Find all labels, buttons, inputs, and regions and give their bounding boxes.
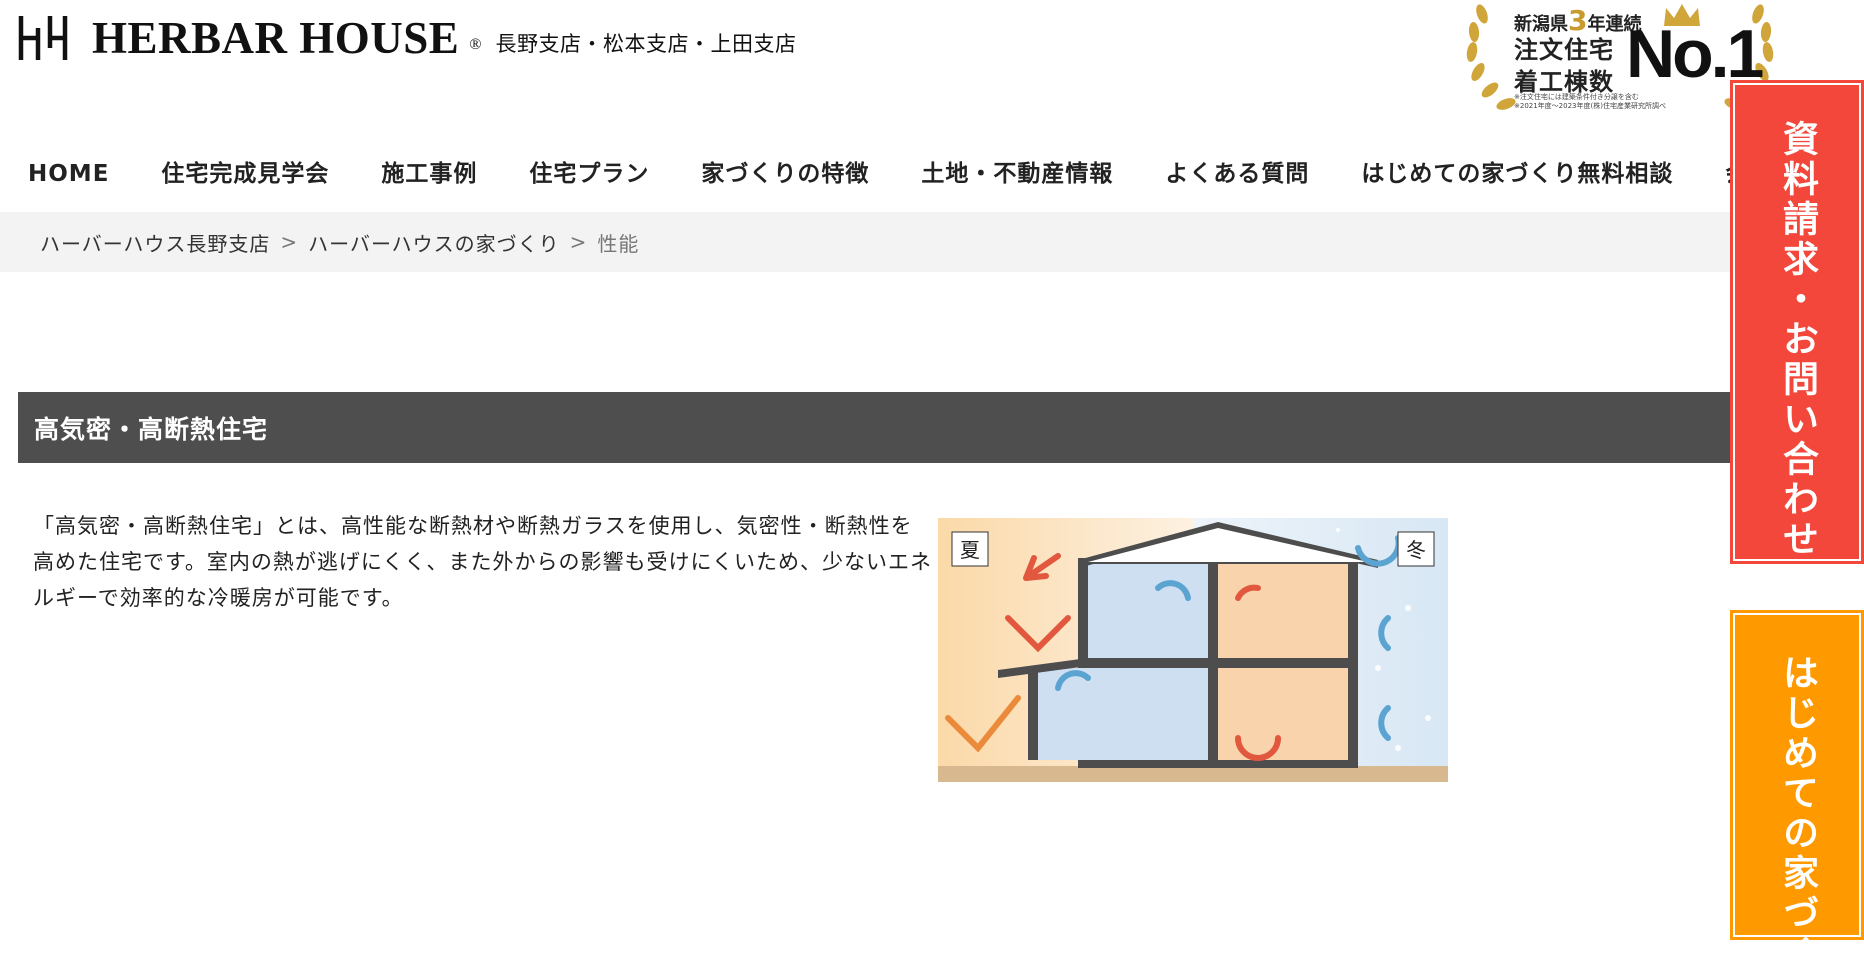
- nav-works[interactable]: 施工事例: [355, 154, 503, 194]
- breadcrumb-current: 性能: [597, 231, 640, 256]
- breadcrumb: ハーバーハウス長野支店 > ハーバーハウスの家づくり > 性能: [0, 212, 1864, 272]
- nav-consultation[interactable]: はじめての家づくり無料相談: [1335, 154, 1699, 194]
- breadcrumb-link-housebuilding[interactable]: ハーバーハウスの家づくり: [308, 228, 559, 257]
- nav-real-estate[interactable]: 土地・不動産情報: [895, 154, 1139, 194]
- nav-faq[interactable]: よくある質問: [1139, 154, 1335, 194]
- award-line3: 着工棟数: [1514, 68, 1614, 96]
- site-logo[interactable]: HERBAR HOUSE ® 長野支店・松本支店・上田支店: [18, 14, 796, 62]
- section-header: 高気密・高断熱住宅: [18, 392, 1778, 463]
- insulation-illustration: 夏 冬: [938, 518, 1448, 782]
- branch-list: 長野支店・松本支店・上田支店: [495, 32, 797, 56]
- registered-mark: ®: [469, 36, 482, 53]
- nav-home[interactable]: HOME: [0, 154, 135, 194]
- winter-label: 冬: [1406, 538, 1426, 562]
- breadcrumb-separator: >: [280, 230, 299, 254]
- request-info-tab[interactable]: 資料請求・お問い合わせ: [1730, 80, 1864, 564]
- global-nav: HOME 住宅完成見学会 施工事例 住宅プラン 家づくりの特徴 土地・不動産情報…: [0, 154, 1775, 194]
- breadcrumb-link-branch[interactable]: ハーバーハウス長野支店: [40, 228, 270, 257]
- nav-open-house[interactable]: 住宅完成見学会: [135, 154, 355, 194]
- brand-name: HERBAR HOUSE: [92, 13, 460, 63]
- nav-plans[interactable]: 住宅プラン: [503, 154, 675, 194]
- award-line2: 注文住宅: [1514, 36, 1614, 64]
- request-info-label: 資料請求・お問い合わせ: [1777, 120, 1818, 560]
- hh-logo-icon: [18, 16, 68, 60]
- section-title: 高気密・高断熱住宅: [34, 414, 269, 444]
- breadcrumb-separator: >: [569, 230, 588, 254]
- section-body: 「高気密・高断熱住宅」とは、高性能な断熱材や断熱ガラスを使用し、気密性・断熱性を…: [33, 514, 933, 610]
- first-consultation-tab[interactable]: はじめての家づく: [1730, 610, 1864, 974]
- nav-features[interactable]: 家づくりの特徴: [675, 154, 895, 194]
- award-rank: No.1: [1626, 16, 1764, 92]
- first-consultation-label: はじめての家づく: [1777, 654, 1818, 974]
- summer-label: 夏: [960, 538, 980, 562]
- award-note: ※注文住宅には建築条件付き分譲を含む ※2021年度〜2023年度(株)住宅産業…: [1514, 93, 1666, 110]
